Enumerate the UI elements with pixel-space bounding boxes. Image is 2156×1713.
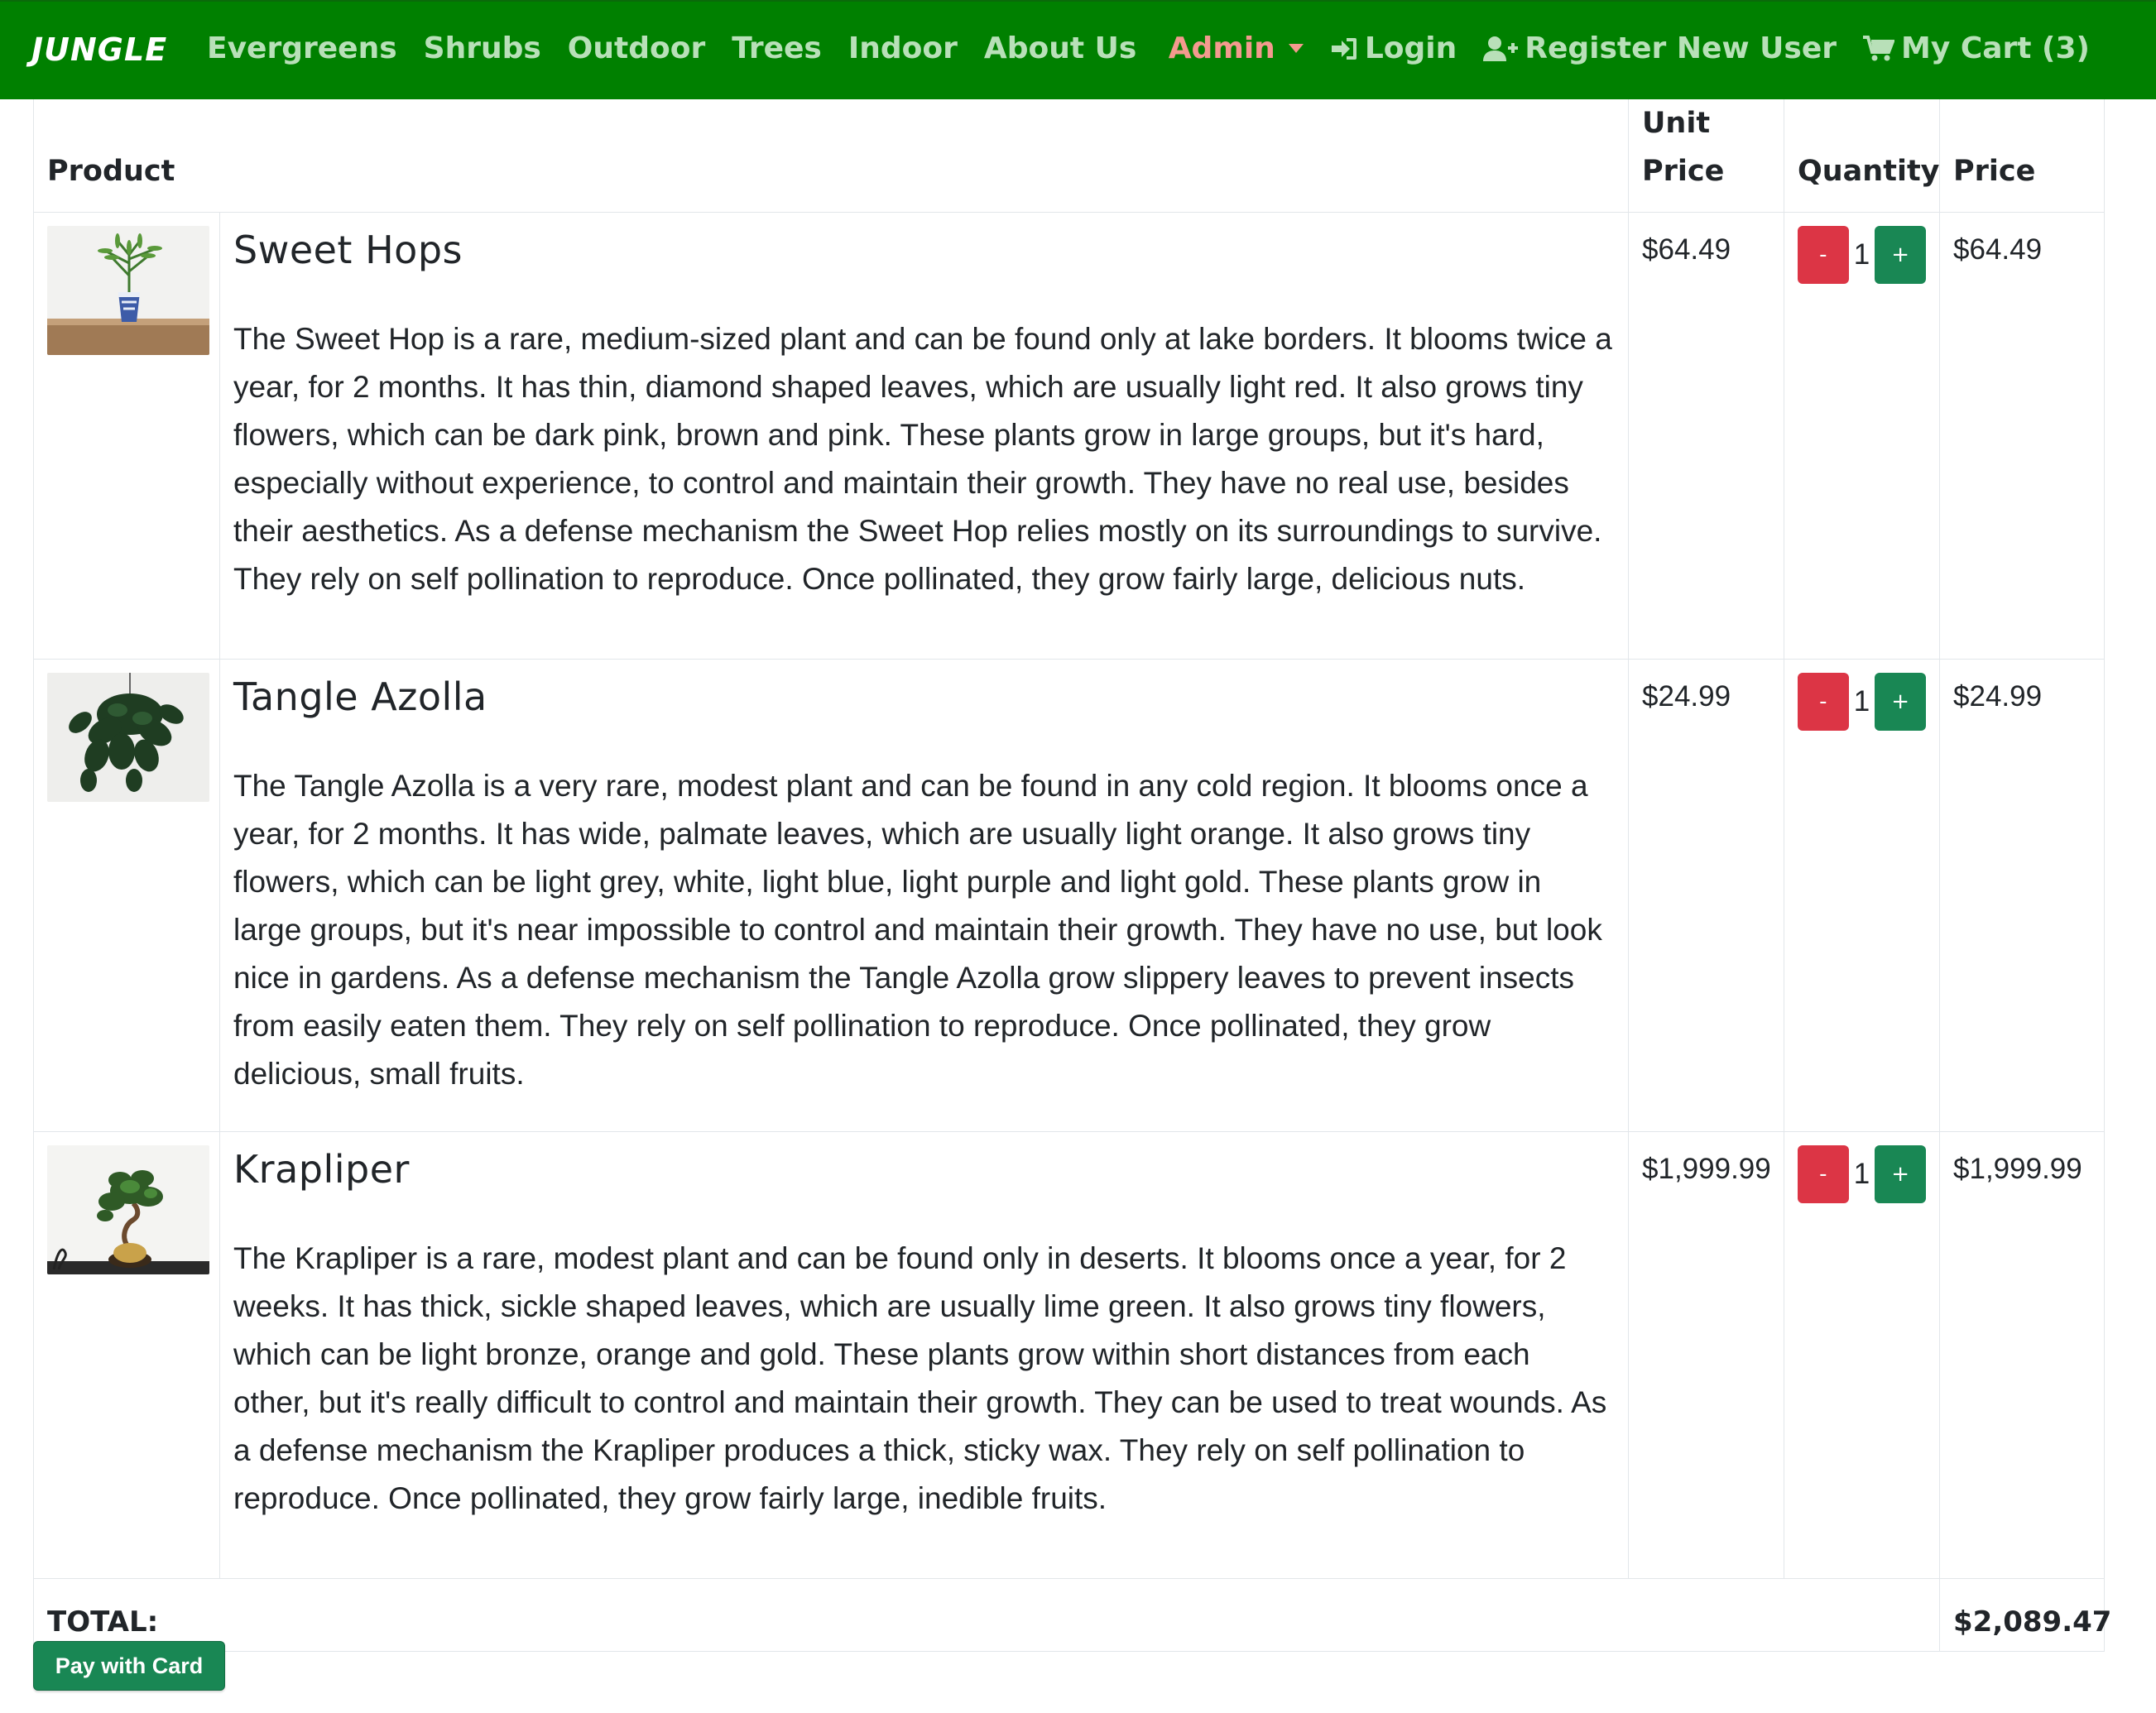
total-row: TOTAL: $2,089.47 — [32, 1578, 2111, 1652]
admin-dropdown[interactable]: Admin — [1169, 31, 1304, 65]
product-description: The Krapliper is a rare, modest plant an… — [233, 1241, 1607, 1515]
line-price: $1,999.99 — [1939, 1131, 2106, 1579]
bonsai-plant-image — [47, 1145, 209, 1274]
nav-link-indoor[interactable]: Indoor — [848, 31, 958, 65]
navbar: JUNGLE Evergreens Shrubs Outdoor Trees I… — [0, 0, 2156, 99]
cart-label: My Cart (3) — [1901, 31, 2090, 65]
quantity-stepper: - 1 + — [1798, 226, 1927, 284]
quantity-cell: - 1 + — [1784, 212, 1941, 660]
header-unit-price: Unit Price — [1628, 99, 1785, 213]
table-row: Krapliper The Krapliper is a rare, modes… — [33, 1131, 2106, 1579]
product-image-cell — [33, 659, 220, 1132]
product-info-cell: Krapliper The Krapliper is a rare, modes… — [218, 1131, 1630, 1579]
nav-link-evergreens[interactable]: Evergreens — [207, 31, 397, 65]
quantity-stepper: - 1 + — [1798, 1145, 1927, 1203]
decrease-quantity-button[interactable]: - — [1798, 1145, 1849, 1203]
increase-quantity-button[interactable]: + — [1875, 226, 1927, 284]
total-value: $2,089.47 — [1939, 1578, 2111, 1652]
sign-in-icon — [1330, 36, 1358, 61]
line-price: $64.49 — [1939, 212, 2106, 660]
decrease-quantity-button[interactable]: - — [1798, 673, 1849, 731]
nav-account: Admin Login Register New User My Cart (3… — [1142, 31, 2090, 65]
unit-price: $24.99 — [1628, 659, 1785, 1132]
cart-table: Product Unit Price Quantity Price Sweet … — [32, 99, 2111, 1652]
hanging-leafy-plant-image — [47, 673, 209, 802]
product-image-cell — [33, 212, 220, 660]
nav-link-about-us[interactable]: About Us — [984, 31, 1136, 65]
quantity-stepper: - 1 + — [1798, 673, 1927, 731]
quantity-value: 1 — [1853, 238, 1870, 271]
unit-price: $64.49 — [1628, 212, 1785, 660]
total-label: TOTAL: — [32, 1578, 1941, 1652]
product-name: Sweet Hops — [233, 228, 463, 272]
caret-down-icon — [1288, 44, 1304, 53]
product-info-cell: Tangle Azolla The Tangle Azolla is a ver… — [218, 659, 1630, 1132]
login-link[interactable]: Login — [1330, 31, 1457, 65]
quantity-value: 1 — [1853, 1158, 1870, 1190]
nav-link-trees[interactable]: Trees — [732, 31, 822, 65]
nav-link-outdoor[interactable]: Outdoor — [568, 31, 705, 65]
unit-price: $1,999.99 — [1628, 1131, 1785, 1579]
header-product: Product — [32, 99, 1630, 213]
quantity-cell: - 1 + — [1784, 1131, 1941, 1579]
product-name: Tangle Azolla — [233, 674, 487, 719]
header-price: Price — [1939, 99, 2106, 213]
header-quantity: Quantity — [1784, 99, 1941, 213]
user-plus-icon — [1483, 36, 1519, 62]
table-row: Sweet Hops The Sweet Hop is a rare, medi… — [33, 212, 2106, 660]
line-price: $24.99 — [1939, 659, 2106, 1132]
increase-quantity-button[interactable]: + — [1875, 673, 1927, 731]
brand-logo[interactable]: JUNGLE — [31, 31, 167, 68]
product-name: Krapliper — [233, 1147, 410, 1192]
login-label: Login — [1364, 31, 1457, 65]
quantity-cell: - 1 + — [1784, 659, 1941, 1132]
product-description: The Sweet Hop is a rare, medium-sized pl… — [233, 322, 1612, 596]
table-row: Tangle Azolla The Tangle Azolla is a ver… — [33, 659, 2106, 1132]
shopping-cart-icon — [1863, 35, 1894, 62]
increase-quantity-button[interactable]: + — [1875, 1145, 1927, 1203]
register-link[interactable]: Register New User — [1483, 31, 1837, 65]
product-image-cell — [33, 1131, 220, 1579]
register-label: Register New User — [1525, 31, 1837, 65]
pay-with-card-button[interactable]: Pay with Card — [33, 1641, 225, 1691]
product-info-cell: Sweet Hops The Sweet Hop is a rare, medi… — [218, 212, 1630, 660]
my-cart-link[interactable]: My Cart (3) — [1863, 31, 2090, 65]
table-header-row: Product Unit Price Quantity Price — [32, 99, 2106, 213]
nav-link-shrubs[interactable]: Shrubs — [424, 31, 541, 65]
nav-categories: Evergreens Shrubs Outdoor Trees Indoor A… — [207, 31, 1163, 65]
product-description: The Tangle Azolla is a very rare, modest… — [233, 769, 1602, 1091]
decrease-quantity-button[interactable]: - — [1798, 226, 1849, 284]
quantity-value: 1 — [1853, 685, 1870, 717]
admin-label: Admin — [1168, 31, 1275, 65]
potted-bamboo-plant-image — [47, 226, 209, 355]
